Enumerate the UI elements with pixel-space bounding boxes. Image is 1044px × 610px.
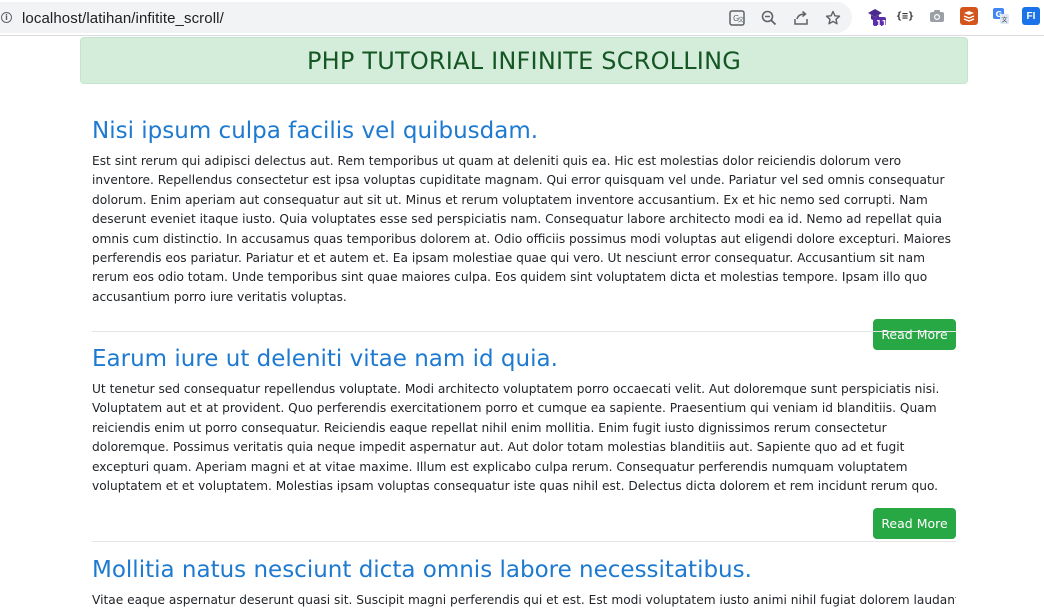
- svg-text:文: 文: [1002, 16, 1008, 24]
- page-title: PHP TUTORIAL INFINITE SCROLLING: [306, 46, 742, 75]
- post-body: Ut tenetur sed consequatur repellendus v…: [92, 382, 940, 494]
- extension-badge-icon[interactable]: 11: [865, 7, 888, 28]
- url-text[interactable]: localhost/latihan/infitite_scroll/: [22, 10, 224, 27]
- json-ext-label: {≡}: [895, 10, 915, 22]
- read-more-button[interactable]: Read More: [873, 508, 956, 540]
- post-card: Nisi ipsum culpa facilis vel quibusdam. …: [92, 117, 956, 351]
- fi-ext-label: FI: [1026, 10, 1036, 22]
- json-viewer-icon[interactable]: {≡}: [896, 7, 914, 25]
- stack-icon[interactable]: [960, 7, 978, 25]
- post-title[interactable]: Nisi ipsum culpa facilis vel quibusdam.: [92, 117, 956, 145]
- camera-icon[interactable]: [928, 7, 946, 25]
- post-title[interactable]: Earum iure ut deleniti vitae nam id quia…: [92, 345, 956, 373]
- address-bar[interactable]: i localhost/latihan/infitite_scroll/ G 文: [0, 2, 852, 33]
- info-icon[interactable]: i: [1, 12, 12, 23]
- badge-count: 11: [876, 19, 888, 28]
- svg-text:文: 文: [738, 16, 744, 24]
- post-body: Est sint rerum qui adipisci delectus aut…: [92, 154, 951, 304]
- post-divider: [92, 331, 956, 332]
- page-header-banner: PHP TUTORIAL INFINITE SCROLLING: [80, 37, 968, 84]
- bookmark-star-icon[interactable]: [824, 9, 842, 27]
- post-card: Mollitia natus nesciunt dicta omnis labo…: [92, 556, 956, 610]
- google-translate-icon[interactable]: G 文: [992, 7, 1010, 25]
- post-actions: Read More: [92, 508, 956, 540]
- extension-fi-icon[interactable]: FI: [1022, 7, 1040, 25]
- post-divider: [92, 541, 956, 542]
- post-card: Earum iure ut deleniti vitae nam id quia…: [92, 345, 956, 540]
- translate-icon[interactable]: G 文: [728, 9, 746, 27]
- zoom-out-icon[interactable]: [760, 9, 778, 27]
- post-body: Vitae eaque aspernatur deserunt quasi si…: [92, 593, 956, 607]
- browser-toolbar: i localhost/latihan/infitite_scroll/ G 文: [0, 0, 1044, 36]
- share-icon[interactable]: [792, 9, 810, 27]
- post-title[interactable]: Mollitia natus nesciunt dicta omnis labo…: [92, 556, 956, 584]
